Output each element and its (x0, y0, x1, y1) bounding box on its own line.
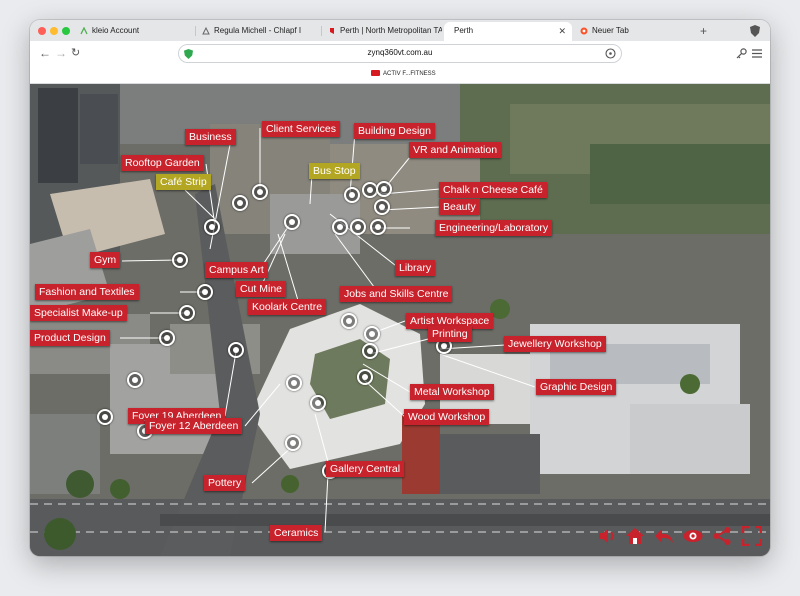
key-icon[interactable] (736, 48, 747, 59)
tab-north-metropolitan-tafe[interactable]: Perth | North Metropolitan TAFE (322, 22, 442, 41)
zoom-window-button[interactable] (62, 27, 70, 35)
hotspot-specialist-make-up[interactable] (179, 305, 195, 321)
label-specialist-make-up[interactable]: Specialist Make-up (30, 305, 127, 321)
fullscreen-icon[interactable] (742, 526, 762, 546)
label-cut-mine[interactable]: Cut Mine (236, 281, 287, 297)
label-cafe-strip[interactable]: Café Strip (156, 174, 211, 190)
sound-icon[interactable] (597, 526, 617, 546)
tab-bar: kleio Account Regula Michell - Chlapf I … (30, 20, 770, 41)
hotspot-bus-stop[interactable] (376, 181, 392, 197)
new-tab-button[interactable]: + (694, 22, 714, 41)
tab-kleio-account[interactable]: kleio Account (74, 22, 194, 41)
back-arrow-icon[interactable]: ← (39, 45, 51, 61)
ai-chat-icon[interactable] (605, 48, 616, 59)
browser-window: kleio Account Regula Michell - Chlapf I … (30, 20, 770, 556)
label-library[interactable]: Library (395, 260, 436, 276)
hotspot-metal-workshop[interactable] (357, 369, 373, 385)
label-client-services[interactable]: Client Services (262, 121, 341, 137)
hotspot-jobs-and-skills-centre[interactable] (341, 313, 357, 329)
home-icon[interactable] (625, 526, 645, 546)
tafe-favicon-icon (330, 28, 334, 34)
label-foyer-12-aberdeen[interactable]: Foyer 12 Aberdeen (145, 418, 243, 434)
hotspot-library[interactable] (370, 219, 386, 235)
hotspot-artist-workspace[interactable] (364, 326, 380, 342)
label-product-design[interactable]: Product Design (30, 330, 110, 346)
hotspot-cut-mine[interactable] (286, 375, 302, 391)
back-icon[interactable] (654, 526, 674, 546)
brave-favicon-icon (580, 27, 588, 35)
label-bus-stop[interactable]: Bus Stop (309, 163, 360, 179)
label-gallery-central[interactable]: Gallery Central (326, 461, 405, 477)
hotspot-business[interactable] (204, 219, 220, 235)
label-campus-art[interactable]: Campus Art (205, 262, 268, 278)
label-vr-and-animation[interactable]: VR and Animation (409, 142, 502, 158)
hotspot-foyer-19-aberdeen[interactable] (127, 372, 143, 388)
label-chalk-n-cheese-cafe[interactable]: Chalk n Cheese Café (439, 182, 547, 198)
page-favicon-icon (202, 27, 210, 35)
label-building-design[interactable]: Building Design (354, 123, 435, 139)
minimize-window-button[interactable] (50, 27, 58, 35)
tab-title: Perth | North Metropolitan TAFE (340, 26, 442, 35)
menu-icon[interactable] (752, 49, 762, 58)
hotspot-client-services[interactable] (232, 195, 248, 211)
label-fashion-and-textiles[interactable]: Fashion and Textiles (35, 284, 139, 300)
url-text: zynq360vt.com.au (367, 48, 433, 57)
label-rooftop-garden[interactable]: Rooftop Garden (121, 155, 204, 171)
tab-perth[interactable]: Perth ✕ (444, 22, 572, 41)
kleio-favicon-icon (80, 27, 88, 35)
label-jewellery-workshop[interactable]: Jewellery Workshop (504, 336, 606, 352)
activ-fitness-favicon-icon (371, 70, 380, 76)
hotspot-building-design[interactable] (252, 184, 268, 200)
hotspot-gym[interactable] (172, 252, 188, 268)
hotspot-foyer-12-aberdeen[interactable] (97, 409, 113, 425)
hotspot-pottery[interactable] (285, 435, 301, 451)
hotspot-chalk-n-cheese-cafe[interactable] (374, 199, 390, 215)
tab-new-tab[interactable]: Neuer Tab (574, 22, 694, 41)
address-bar[interactable]: zynq360vt.com.au (178, 44, 622, 63)
tab-title: Neuer Tab (592, 26, 629, 35)
label-koolark-centre[interactable]: Koolark Centre (248, 299, 327, 315)
virtual-tour-viewer[interactable]: Business Client Services Building Design… (30, 84, 770, 556)
label-ceramics[interactable]: Ceramics (270, 525, 323, 541)
bookmarks-bar: ACTIV F...FITNESS (30, 67, 770, 84)
hotspot-fashion-and-textiles[interactable] (197, 284, 213, 300)
view-icon[interactable] (683, 526, 703, 546)
label-pottery[interactable]: Pottery (204, 475, 246, 491)
hotspot-wood-workshop[interactable] (310, 395, 326, 411)
label-business[interactable]: Business (185, 129, 236, 145)
close-window-button[interactable] (38, 27, 46, 35)
reload-icon[interactable]: ↻ (71, 45, 80, 61)
hotspot-product-design[interactable] (159, 330, 175, 346)
label-metal-workshop[interactable]: Metal Workshop (410, 384, 494, 400)
tab-regula-michell[interactable]: Regula Michell - Chlapf I (196, 22, 320, 41)
brave-shield-icon[interactable] (750, 25, 760, 37)
label-graphic-design[interactable]: Graphic Design (536, 379, 617, 395)
label-gym[interactable]: Gym (90, 252, 121, 268)
label-printing[interactable]: Printing (428, 326, 472, 342)
tab-title: kleio Account (92, 26, 140, 35)
hotspot-beauty[interactable] (332, 219, 348, 235)
hotspot-engineering-laboratory[interactable] (350, 219, 366, 235)
toolbar: ← → ↻ zynq360vt.com.au (30, 41, 770, 67)
bookmark-activ-fitness[interactable]: ACTIV F...FITNESS (371, 70, 436, 77)
tab-title: Perth (454, 26, 474, 35)
close-tab-icon[interactable]: ✕ (558, 22, 566, 40)
bookmark-label: ACTIV F...FITNESS (383, 71, 436, 77)
hotspot-printing[interactable] (362, 343, 378, 359)
label-engineering-laboratory[interactable]: Engineering/Laboratory (435, 220, 553, 236)
label-wood-workshop[interactable]: Wood Workshop (404, 409, 490, 425)
label-beauty[interactable]: Beauty (439, 199, 480, 215)
tab-title: Regula Michell - Chlapf I (214, 26, 302, 35)
new-tab-plus: + (700, 24, 708, 38)
hotspot-koolark-centre[interactable] (228, 342, 244, 358)
hotspot-vr-and-animation[interactable] (344, 187, 360, 203)
forward-arrow-icon[interactable]: → (55, 45, 67, 61)
share-icon[interactable] (712, 526, 732, 546)
label-jobs-and-skills-centre[interactable]: Jobs and Skills Centre (340, 286, 453, 302)
hotspot-rooftop-garden[interactable] (284, 214, 300, 230)
